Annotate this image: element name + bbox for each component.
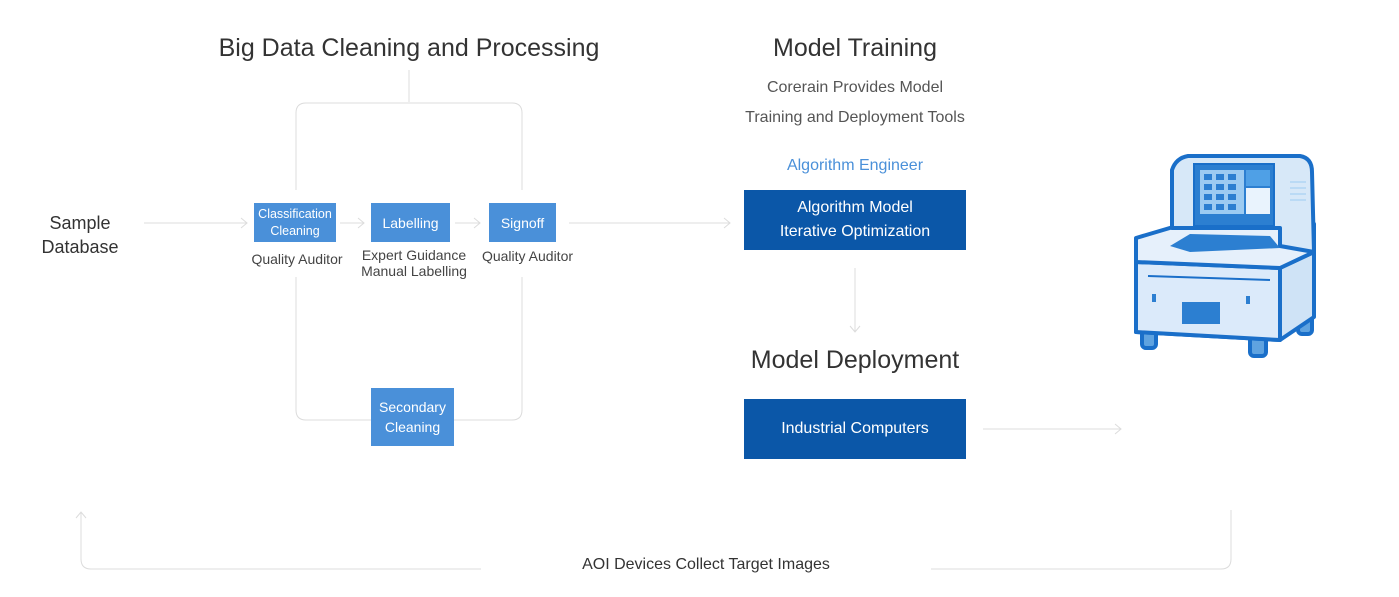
classification-cleaning-line1: Classification [258,206,332,221]
feedback-loop-right [931,510,1232,570]
training-subtitle-line2: Training and Deployment Tools [745,109,965,126]
signoff-role: Quality Auditor [481,248,574,264]
classification-role: Quality Auditor [251,251,343,267]
loop-frame-bottom-right [454,277,523,421]
labelling-role-line2: Manual Labelling [361,263,467,279]
sample-database-line2: Database [41,237,119,257]
industrial-computers-box[interactable]: Industrial Computers [744,399,966,459]
deployment-section-title: Model Deployment [750,346,960,374]
loop-frame-top [295,102,523,190]
sample-database-label: Sample Database [30,211,130,259]
loop-frame-bottom-left [295,277,371,421]
algorithm-engineer-label: Algorithm Engineer [786,157,924,174]
secondary-cleaning-line2: Cleaning [384,419,441,435]
feedback-loop-label: AOI Devices Collect Target Images [582,556,830,573]
classification-cleaning-box[interactable]: Classification Cleaning [254,203,336,242]
algorithm-model-line2: Iterative Optimization [779,223,931,240]
training-section-title: Model Training [773,34,937,62]
feedback-loop-left [80,512,481,570]
secondary-cleaning-line1: Secondary [379,399,446,415]
training-subtitle-line1: Corerain Provides Model [766,79,944,96]
labelling-role-line1: Expert Guidance [361,247,467,263]
secondary-cleaning-box[interactable]: Secondary Cleaning [371,388,454,446]
algorithm-model-line1: Algorithm Model [797,199,913,216]
classification-cleaning-line2: Cleaning [270,223,320,238]
aoi-machine-image [1134,154,1316,358]
sample-database-line1: Sample [49,213,111,233]
cleaning-section-title: Big Data Cleaning and Processing [218,34,600,62]
labelling-role: Expert Guidance Manual Labelling [354,247,474,279]
algorithm-model-box[interactable]: Algorithm Model Iterative Optimization [744,190,966,250]
signoff-box[interactable]: Signoff [489,203,556,242]
labelling-box[interactable]: Labelling [371,203,450,242]
